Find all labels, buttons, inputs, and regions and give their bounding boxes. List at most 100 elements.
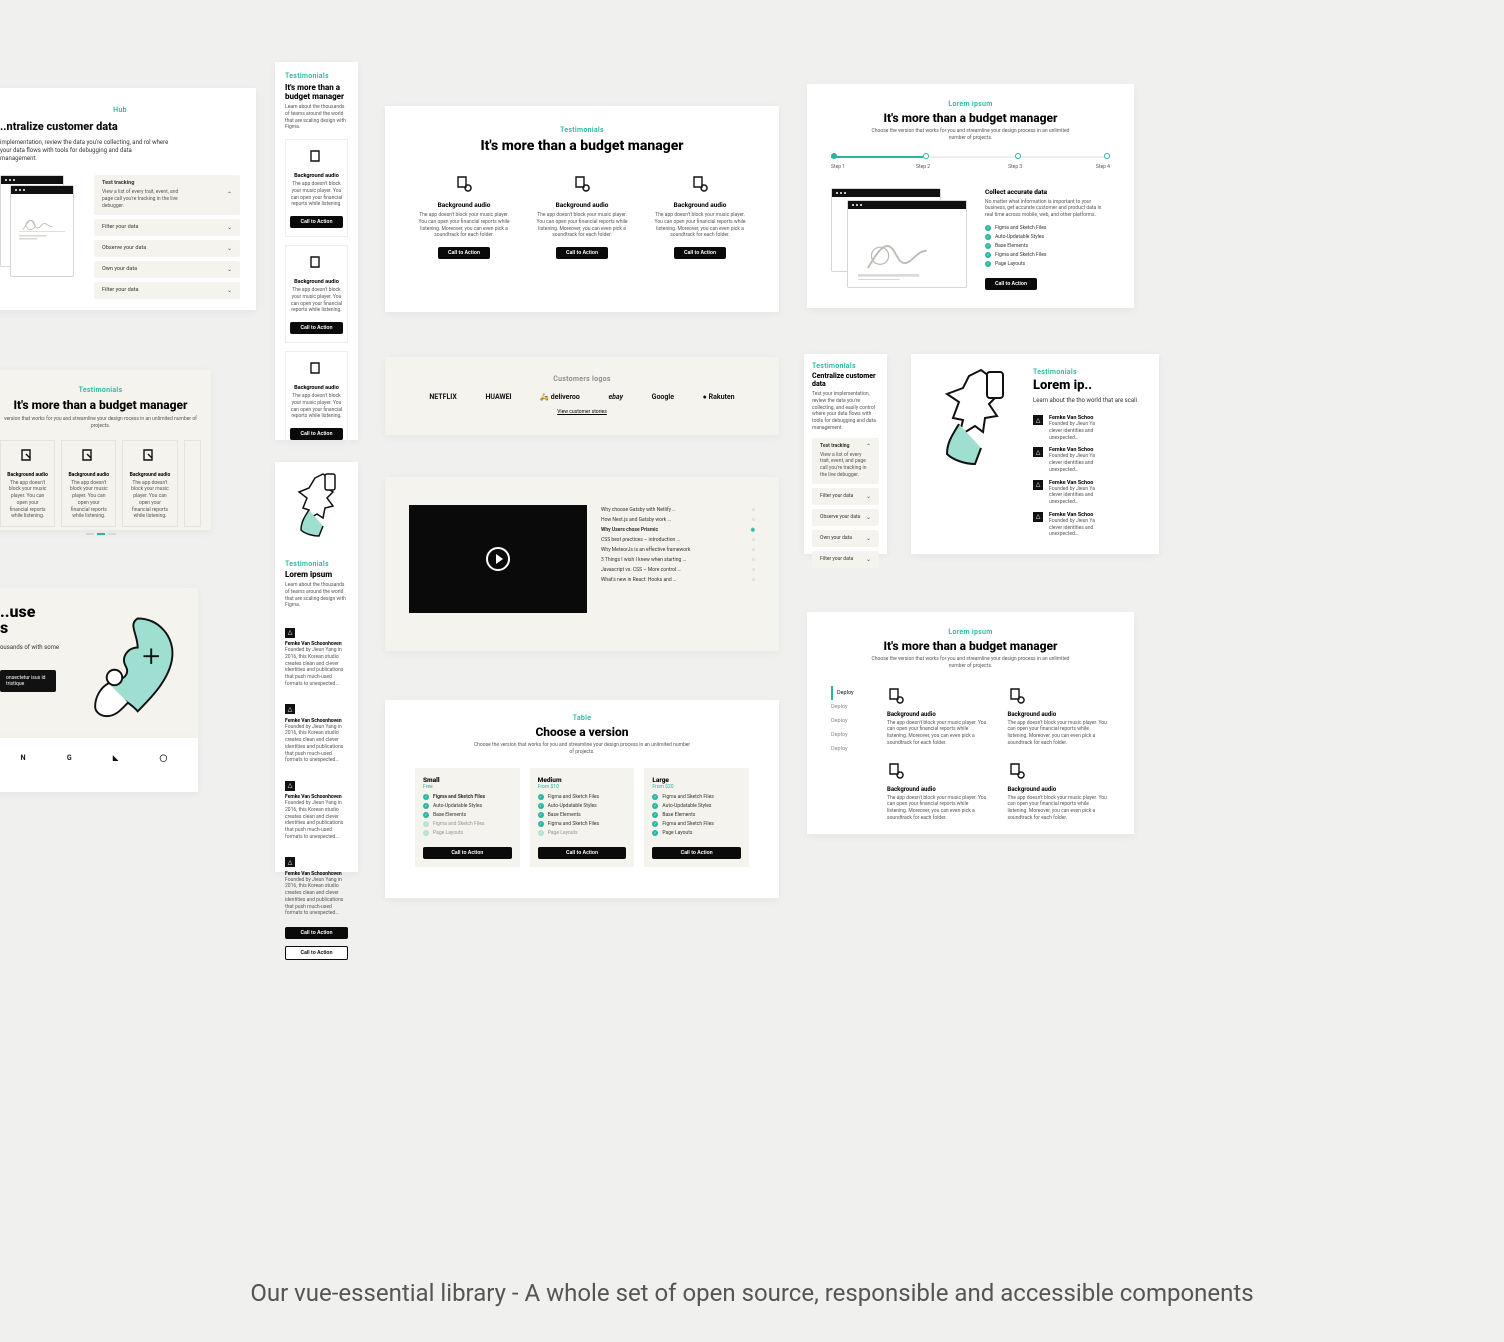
cta-button[interactable]: Call to Action (285, 927, 348, 939)
testimonial-item: △ Femke Van SchooFounded by Jieun Yaclev… (1033, 415, 1145, 441)
cta-button[interactable]: Call to Action (556, 247, 608, 259)
cta-button[interactable]: Call to Action (538, 847, 627, 859)
eyebrow: Testimonials (285, 72, 348, 80)
more-link[interactable]: View customer stories (415, 409, 749, 415)
chevron-up-icon: ⌃ (227, 191, 232, 198)
slide (184, 440, 201, 528)
testimonial-item: △ Femke Van Schoonhoven Founded by Jieun… (285, 619, 348, 688)
accordion-row[interactable]: Own your data⌄ (812, 530, 879, 547)
video-player[interactable] (409, 505, 587, 613)
logo: 🛵 deliveroo (540, 393, 580, 401)
sidebar: Deploy Deploy Deploy Deploy Deploy (831, 686, 869, 822)
accordion-row[interactable]: Test tracking ⌃ View a list of every tra… (812, 438, 879, 484)
sidebar-item[interactable]: Deploy (831, 742, 869, 756)
feature: Background audio The app doesn't block y… (887, 686, 990, 747)
avatar-icon: △ (1033, 415, 1043, 425)
eyebrow: Testimonials (1033, 368, 1145, 376)
sidebar-item[interactable]: Deploy (831, 686, 869, 700)
feature: Background audio The app doesn't block y… (651, 174, 749, 259)
plan: Medium From $10 ✓Figma and Sketch Files … (530, 768, 635, 867)
card-logo-strip: N G ◣ ◯ (0, 738, 198, 792)
card-tooltip: ..uses ousands of with some onsectetur i… (0, 588, 198, 738)
eyebrow: Testimonials (812, 362, 879, 370)
tooltip: onsectetur isus id tristique (0, 670, 56, 692)
accordion-row[interactable]: Observe your data⌄ (94, 240, 240, 257)
accordion-row[interactable]: Test tracking View a list of every trait… (94, 175, 240, 214)
circle-icon: ○ (752, 517, 755, 523)
cta-button[interactable]: Call to Action (290, 428, 342, 440)
accordion-row[interactable]: Filter your data⌄ (94, 219, 240, 236)
sidebar-item[interactable]: Deploy (831, 728, 869, 742)
accordion-row[interactable]: Own your data⌄ (94, 261, 240, 278)
plan: Small Free ✓Figma and Sketch Files ✓Auto… (415, 768, 520, 867)
card-tabbed-features: Lorem ipsum It's more than a budget mana… (807, 612, 1134, 834)
slide: Background audio The app doesn't block y… (61, 440, 116, 528)
testimonial-item: △ Femke Van Schoonhoven Founded by Jieun… (285, 696, 348, 765)
slide: Background audio The app doesn't block y… (122, 440, 177, 528)
sidebar-item[interactable]: Deploy (831, 714, 869, 728)
accordion-row[interactable]: Filter your data⌄ (812, 488, 879, 505)
chevron-down-icon: ⌄ (866, 535, 871, 542)
testimonial-item: △ Femke Van Schoonhoven Founded by Jieun… (285, 772, 348, 841)
playlist-item[interactable]: What's new in React: Hooks and …○ (601, 575, 755, 585)
logo-icon: ◯ (160, 754, 168, 762)
cta-button[interactable]: Call to Action (423, 847, 512, 859)
sub: Learn about the tho world that are scali (1033, 397, 1145, 405)
card-features-3col: Testimonials It's more than a budget man… (385, 106, 779, 312)
pager[interactable] (0, 533, 201, 535)
feature-icon (308, 254, 326, 272)
circle-icon: ○ (752, 507, 755, 513)
playlist-item[interactable]: Javascript vs. CSS – More control …○ (601, 565, 755, 575)
chevron-down-icon: ⌄ (227, 266, 232, 273)
cta-button[interactable]: Call to Action (985, 278, 1037, 290)
card-pricing: Table Choose a version Choose the versio… (385, 700, 779, 898)
playlist-item[interactable]: CSS best practices – introduction …○ (601, 535, 755, 545)
eyebrow: Table (415, 714, 749, 722)
feature-icon (141, 447, 159, 465)
desc: implementation, review the data you're c… (0, 139, 170, 163)
cta-button[interactable]: Call to Action (290, 322, 342, 334)
playlist-item[interactable]: 3 Things I wish I knew when starting …○ (601, 555, 755, 565)
cta-button[interactable]: Call to Action (652, 847, 741, 859)
cta-button-outline[interactable]: Call to Action (285, 946, 348, 960)
chevron-down-icon: ⌄ (227, 287, 232, 294)
testimonial-item: △ Femke Van SchooFounded by Jieun Yaclev… (1033, 512, 1145, 538)
eyebrow: Hub (0, 106, 240, 114)
title: Centralize customer data (812, 372, 879, 388)
cta-button[interactable]: Call to Action (674, 247, 726, 259)
feature-icon (1008, 686, 1026, 704)
title: Lorem ip.. (1033, 378, 1145, 393)
accordion-row[interactable]: Filter your data⌄ (812, 551, 879, 568)
playlist-item[interactable]: How Next.js and Gatsby work …○ (601, 515, 755, 525)
chevron-down-icon: ⌄ (866, 556, 871, 563)
cta-button[interactable]: Call to Action (290, 216, 342, 228)
accordion-row[interactable]: Observe your data⌄ (812, 509, 879, 526)
logo-icon: G (67, 754, 72, 762)
feature-icon (691, 174, 709, 192)
right-desc: No matter what information is important … (985, 199, 1110, 219)
sidebar-item[interactable]: Deploy (831, 700, 869, 714)
chevron-down-icon: ⌄ (227, 224, 232, 231)
playlist-item[interactable]: Why MeteorJs is an effective framework○ (601, 545, 755, 555)
feature-block: Background audio The app doesn't block y… (285, 245, 348, 343)
feature-block: Background audio The app doesn't block y… (285, 351, 348, 449)
feature: Background audio The app doesn't block y… (1008, 761, 1111, 822)
sub: version that works for you and streamlin… (0, 416, 201, 430)
title: It's more than a budget manager (831, 111, 1110, 125)
feature-block: Background audio The app doesn't block y… (285, 139, 348, 237)
illustration (285, 472, 348, 552)
cta-button[interactable]: Call to Action (438, 247, 490, 259)
title: It's more than a budget manager (831, 639, 1110, 653)
card-testimonial-narrow: Testimonials Lorem ipsum Learn about the… (275, 462, 358, 872)
circle-icon: ○ (752, 567, 755, 573)
playlist-item-active[interactable]: Why Users chose Prismic◉ (601, 525, 755, 535)
accordion-row[interactable]: Filter your data⌄ (94, 282, 240, 299)
feature-icon (1008, 761, 1026, 779)
avatar-icon: △ (285, 628, 295, 638)
logo-icon: ◣ (113, 754, 118, 762)
avatar-icon: △ (1033, 480, 1043, 490)
playlist-item[interactable]: Why choose Gatsby with Netlify …○ (601, 505, 755, 515)
card-logos: Customers logos NETFLIX HUAWEI 🛵 deliver… (385, 357, 779, 435)
stepper[interactable]: Step 1 Step 2 Step 3 Step 4 (831, 156, 1110, 174)
feature-icon (80, 447, 98, 465)
